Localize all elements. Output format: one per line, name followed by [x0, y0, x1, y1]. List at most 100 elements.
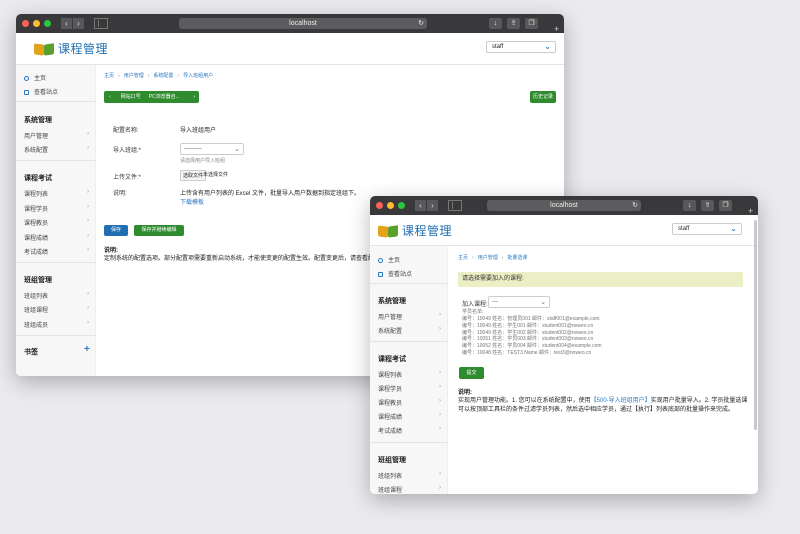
- zoom-dot[interactable]: [398, 202, 405, 209]
- add-bookmark-icon[interactable]: +: [84, 344, 90, 355]
- chevron-right-icon: ›: [439, 485, 441, 491]
- chevron-down-icon: ⌄: [544, 42, 551, 51]
- chevron-right-icon: ›: [87, 291, 89, 297]
- scrollbar[interactable]: [754, 220, 757, 430]
- new-tab-icon[interactable]: +: [748, 207, 756, 216]
- sidebar-item-courses[interactable]: 课程列表 ›: [24, 189, 89, 198]
- sidebar-item-teachers[interactable]: 课程教员 ›: [378, 398, 441, 407]
- sidebar-item-group-courses[interactable]: 班组课程 ›: [24, 305, 89, 314]
- sidebar-item-exam-grades[interactable]: 考试成绩 ›: [378, 426, 441, 435]
- join-course-select[interactable]: --- ⌄: [488, 296, 550, 308]
- home-icon: [24, 76, 29, 81]
- download-icon[interactable]: ↓: [683, 200, 696, 211]
- sidebar-item-courses[interactable]: 课程列表 ›: [378, 370, 441, 379]
- download-template-link[interactable]: 下载模板: [180, 197, 204, 206]
- sidebar-toggle-icon[interactable]: [94, 18, 108, 29]
- sidebar-item-config[interactable]: 系统配置 ›: [378, 326, 441, 335]
- sidebar: 主页 查看站点 系统管理 用户管理 › 系统配置 › 课程考试 课程列表 › 课程学员…: [16, 65, 96, 376]
- sidebar-item-home[interactable]: 主页: [378, 255, 441, 264]
- sidebar-item-view-site[interactable]: 查看站点: [378, 269, 441, 278]
- section-title-bookmarks: 书签: [24, 349, 38, 356]
- chevron-right-icon: ›: [87, 218, 89, 224]
- sidebar-toggle-icon[interactable]: [448, 200, 462, 211]
- logo-text: 课程管理: [402, 223, 453, 238]
- site-logo[interactable]: 课程管理: [34, 40, 108, 57]
- chevron-down-icon: ⌄: [234, 146, 240, 153]
- section-title-course: 课程考试: [24, 175, 52, 182]
- chevron-right-icon: ›: [87, 320, 89, 326]
- sidebar-item-course-grades[interactable]: 课程成绩 ›: [24, 233, 89, 242]
- chevron-right-icon: ›: [87, 145, 89, 151]
- back-icon[interactable]: ‹: [415, 200, 426, 211]
- share-icon[interactable]: ⇪: [507, 18, 520, 29]
- sidebar-item-teachers[interactable]: 课程教员 ›: [24, 218, 89, 227]
- save-button[interactable]: 保存: [104, 225, 128, 236]
- download-icon[interactable]: ↓: [489, 18, 502, 29]
- tab-browser[interactable]: PC浏览器自...: [149, 94, 180, 100]
- section-title-course: 课程考试: [378, 356, 406, 363]
- tabs-icon[interactable]: ❐: [525, 18, 538, 29]
- sidebar-item-group-courses[interactable]: 班组课程 ›: [378, 485, 441, 494]
- zoom-dot[interactable]: [44, 20, 51, 27]
- field-label-group: 导入班组:*: [113, 148, 142, 154]
- list-item: 编号：10048 姓名：TEST3 Name 邮件：test3@noweo.cn: [462, 349, 592, 356]
- user-select[interactable]: staff ⌄: [486, 41, 556, 53]
- student-list-title: 学员名单:: [462, 309, 484, 315]
- book-logo-icon: [34, 42, 56, 56]
- chevron-down-icon: ⌄: [730, 224, 737, 233]
- history-button[interactable]: 历史记录: [530, 91, 556, 103]
- new-tab-icon[interactable]: +: [554, 25, 562, 34]
- group-select[interactable]: --------- ⌄: [180, 143, 244, 155]
- sidebar-item-students[interactable]: 课程学员 ›: [24, 204, 89, 213]
- forward-icon[interactable]: ›: [73, 18, 84, 29]
- list-item: 编号：10049 姓名：学生001 邮件：student001@noweo.cn: [462, 322, 594, 329]
- back-icon[interactable]: ‹: [61, 18, 72, 29]
- sidebar-item-groups[interactable]: 班组列表 ›: [24, 291, 89, 300]
- chevron-right-icon: ›: [439, 384, 441, 390]
- sidebar-item-users[interactable]: 用户管理 ›: [24, 131, 89, 140]
- sidebar-item-home[interactable]: 主页: [24, 73, 89, 82]
- tab-prev-icon[interactable]: ‹: [109, 94, 111, 100]
- reload-icon[interactable]: ↻: [632, 200, 638, 211]
- sidebar-item-view-site[interactable]: 查看站点: [24, 87, 89, 96]
- calendar-icon: [378, 272, 383, 277]
- section-title-system: 系统管理: [378, 298, 406, 305]
- share-icon[interactable]: ⇪: [701, 200, 714, 211]
- chevron-right-icon: ›: [87, 247, 89, 253]
- sidebar-item-groups[interactable]: 班组列表 ›: [378, 471, 441, 480]
- chevron-right-icon: ›: [439, 398, 441, 404]
- student-list: 编号：10049 姓名：管理员001 邮件：staff001@example.c…: [462, 316, 602, 357]
- sidebar-item-exam-grades[interactable]: 考试成绩 ›: [24, 247, 89, 256]
- site-logo[interactable]: 课程管理: [378, 222, 452, 239]
- forward-icon[interactable]: ›: [427, 200, 438, 211]
- chevron-right-icon: ›: [439, 471, 441, 477]
- minimize-dot[interactable]: [387, 202, 394, 209]
- address-bar[interactable]: localhost ↻: [487, 200, 641, 211]
- sidebar-item-config[interactable]: 系统配置 ›: [24, 145, 89, 154]
- file-status-text: 未选择文件: [203, 172, 229, 178]
- chevron-right-icon: ›: [87, 131, 89, 137]
- chevron-right-icon: ›: [87, 189, 89, 195]
- sidebar-item-group-members[interactable]: 班组成员 ›: [24, 320, 89, 329]
- chevron-right-icon: ›: [87, 233, 89, 239]
- config-name-value: 导入班组用户: [180, 128, 217, 134]
- reload-icon[interactable]: ↻: [418, 18, 424, 29]
- tab-next-icon[interactable]: ›: [193, 91, 195, 103]
- tabs-icon[interactable]: ❐: [719, 200, 732, 211]
- sidebar-item-students[interactable]: 课程学员 ›: [378, 384, 441, 393]
- close-dot[interactable]: [22, 20, 29, 27]
- minimize-dot[interactable]: [33, 20, 40, 27]
- save-continue-button[interactable]: 保存并继续编辑: [134, 225, 184, 236]
- sidebar-item-course-grades[interactable]: 课程成绩 ›: [378, 412, 441, 421]
- import-config-link[interactable]: 【500-导入班组用户】: [591, 398, 651, 404]
- section-title-system: 系统管理: [24, 117, 52, 124]
- chevron-right-icon: ›: [87, 305, 89, 311]
- address-bar[interactable]: localhost ↻: [179, 18, 427, 29]
- sidebar-item-users[interactable]: 用户管理 ›: [378, 312, 441, 321]
- submit-button[interactable]: 提交: [459, 367, 484, 379]
- join-course-label: 加入课程:: [462, 302, 488, 308]
- tab-slogan[interactable]: 网站口号: [121, 94, 141, 100]
- user-select[interactable]: staff ⌄: [672, 223, 742, 235]
- close-dot[interactable]: [376, 202, 383, 209]
- field-label-desc: 说明:: [113, 191, 127, 197]
